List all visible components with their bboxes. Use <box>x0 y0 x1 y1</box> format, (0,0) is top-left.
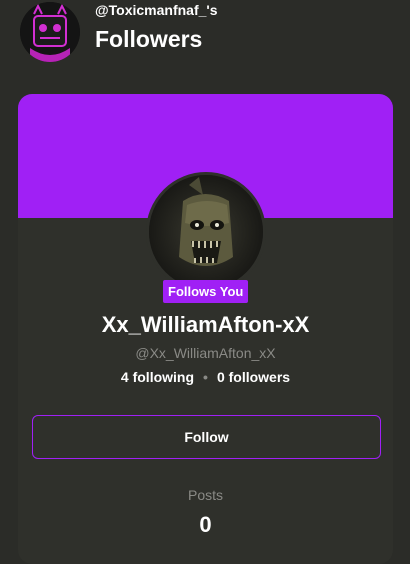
followers-count[interactable]: 0 followers <box>217 369 290 385</box>
profile-card: Follows You Xx_WilliamAfton-xX @Xx_Willi… <box>18 94 393 564</box>
animatronic-avatar-icon <box>149 175 263 289</box>
owner-handle[interactable]: @Toxicmanfnaf_'s <box>95 2 218 18</box>
owner-avatar[interactable] <box>20 2 80 62</box>
profile-username: @Xx_WilliamAfton_xX <box>135 345 276 361</box>
profile-avatar-icon <box>20 2 80 62</box>
page-header: @Toxicmanfnaf_'s Followers <box>0 0 410 80</box>
follow-stats: 4 following • 0 followers <box>18 369 393 385</box>
follow-button[interactable]: Follow <box>32 415 381 459</box>
stats-separator: • <box>203 369 208 385</box>
profile-avatar[interactable] <box>146 172 266 292</box>
follows-you-badge: Follows You <box>163 280 249 303</box>
profile-display-name: Xx_WilliamAfton-xX <box>101 312 310 337</box>
page-title: Followers <box>95 26 203 52</box>
posts-count: 0 <box>199 512 212 537</box>
posts-label: Posts <box>187 487 223 503</box>
following-count[interactable]: 4 following <box>121 369 194 385</box>
